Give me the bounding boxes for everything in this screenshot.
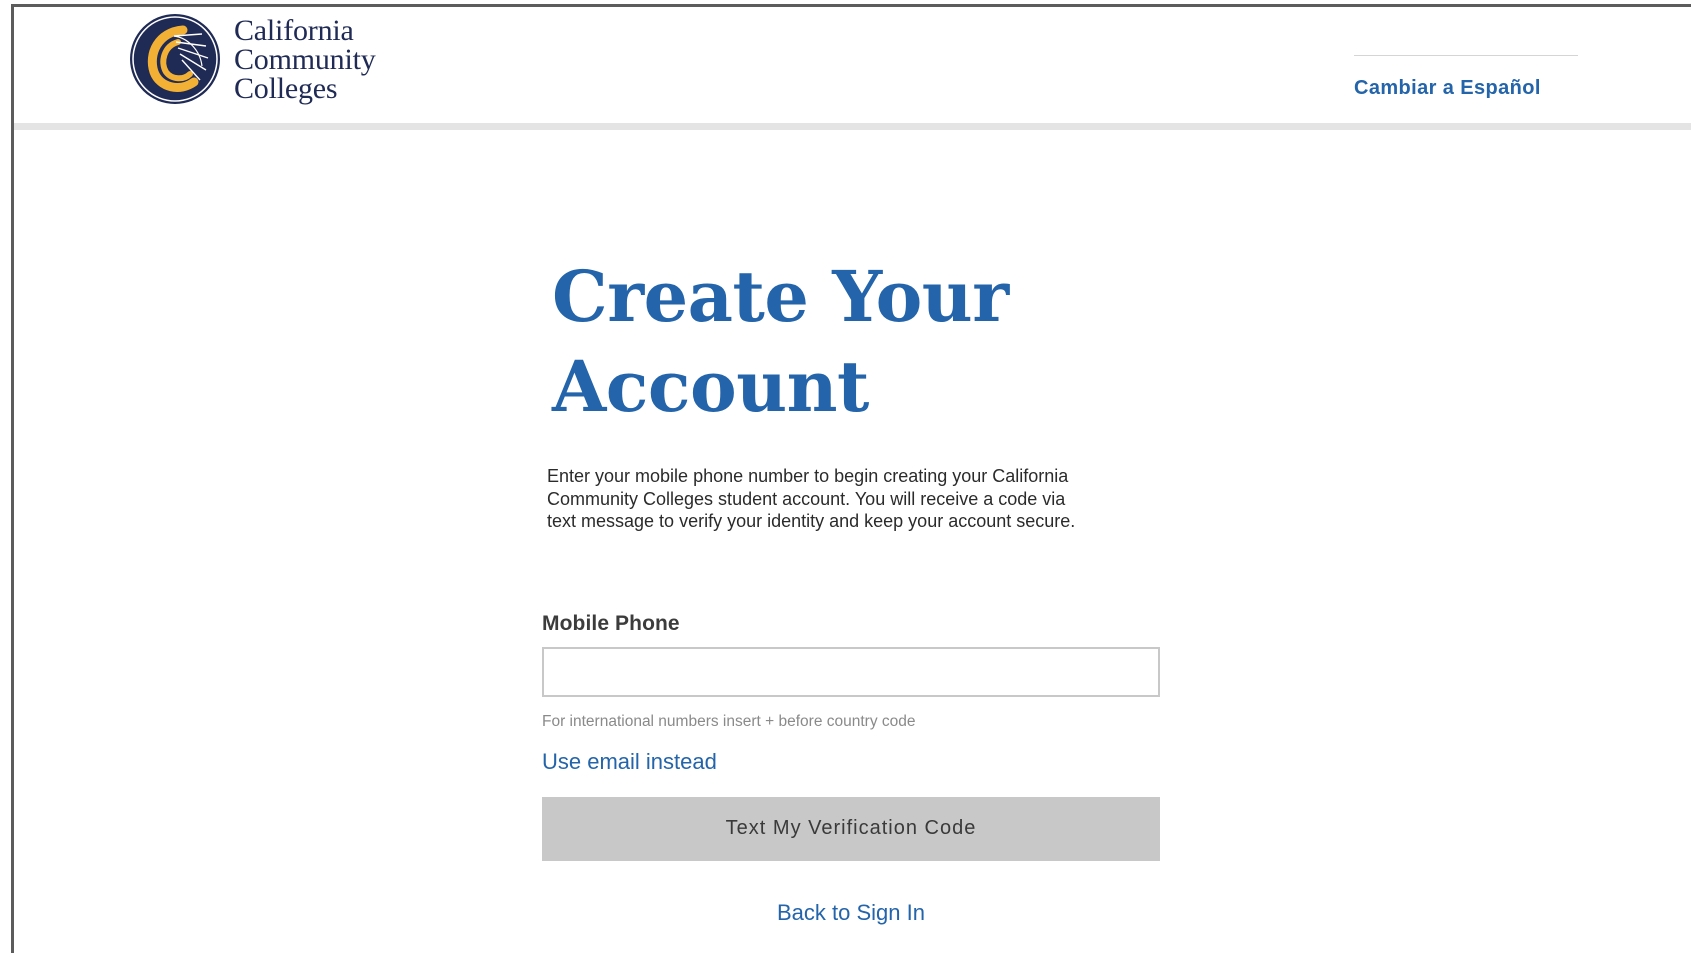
logo-line-3: Colleges bbox=[234, 71, 338, 105]
logo-line-2: Community bbox=[234, 42, 376, 76]
logo-wordmark: California Community Colleges bbox=[234, 13, 376, 105]
back-to-sign-in-link[interactable]: Back to Sign In bbox=[542, 900, 1160, 926]
mobile-phone-input[interactable] bbox=[542, 646, 1160, 697]
phone-hint-text: For international numbers insert + befor… bbox=[542, 712, 916, 730]
browser-frame: California Community Colleges Cambiar a … bbox=[11, 4, 1691, 953]
spanish-language-link[interactable]: Cambiar a Español bbox=[1354, 77, 1541, 100]
page-title-line-2: Account bbox=[552, 345, 869, 428]
text-verification-code-button[interactable]: Text My Verification Code bbox=[542, 796, 1160, 861]
mobile-phone-label: Mobile Phone bbox=[542, 611, 680, 635]
language-switcher: Cambiar a Español bbox=[1354, 55, 1578, 100]
create-account-form: Create Your Account Enter your mobile ph… bbox=[542, 252, 1182, 926]
ccc-logo[interactable]: California Community Colleges bbox=[128, 12, 376, 106]
intro-text: Enter your mobile phone number to begin … bbox=[547, 466, 1076, 531]
logo-line-1: California bbox=[234, 13, 354, 47]
site-header: California Community Colleges Cambiar a … bbox=[14, 7, 1691, 130]
california-community-colleges-seal-icon bbox=[130, 14, 220, 104]
page-title-line-1: Create Your bbox=[552, 255, 1009, 338]
page-title: Create Your Account bbox=[552, 252, 1182, 432]
use-email-link[interactable]: Use email instead bbox=[542, 749, 717, 775]
